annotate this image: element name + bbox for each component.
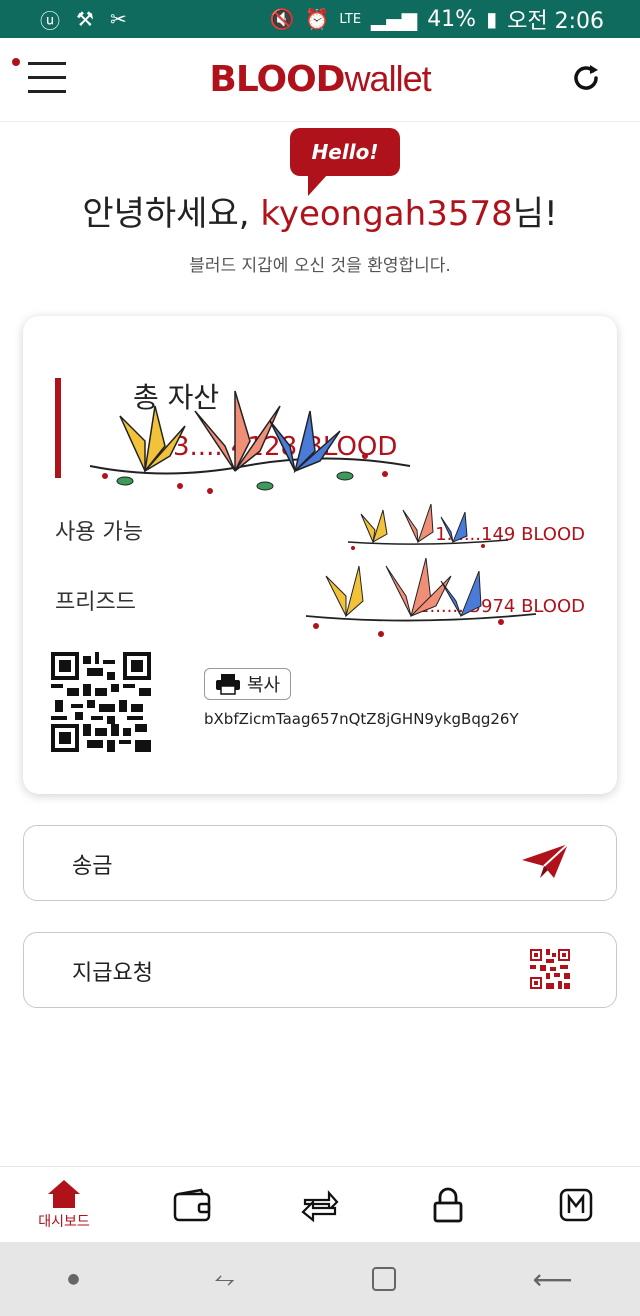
nav-security[interactable] [403,1167,493,1243]
missed-call-icon: ✂ [109,7,127,31]
nav-more[interactable] [531,1167,621,1243]
home-icon [48,1179,80,1208]
greeting-section: Hello! 안녕하세요, kyeongah3578님! 블러드 지갑에 오신 … [0,128,640,276]
battery-icon: ▮ [486,7,498,31]
print-icon [216,674,240,695]
frozen-label: 프리즈드 [55,590,136,615]
signal-icon: ▂▄▆ [371,7,418,31]
alarm-icon: ⏰ [304,7,330,31]
system-navigation-bar: ● ⥊ ⟵ [0,1242,640,1316]
nav-wallet[interactable] [147,1167,237,1243]
available-value: 1......149 BLOOD [435,524,585,545]
username: kyeongah3578 [260,194,513,234]
refresh-icon[interactable] [568,60,604,96]
bottom-navigation: 대시보드 [0,1166,640,1242]
lock-icon [433,1187,463,1222]
total-assets-value: 3.....4128 BLOOD [173,432,398,462]
app-logo: BLOODwallet [209,58,431,100]
welcome-subtitle: 블러드 지갑에 오신 것을 환영합니다. [189,256,451,276]
wallet-icon [173,1188,211,1221]
app-bar: BLOODwallet [0,38,640,122]
home-square-icon[interactable] [370,1265,398,1293]
available-label: 사용 가능 [55,520,143,545]
balance-card: 총 자산 3.....4128 BLOOD 사용 가능 1......149 BL… [23,316,617,794]
payment-request-button[interactable]: 지급요청 [23,932,617,1008]
exchange-icon [301,1189,339,1222]
hello-bubble: Hello! [289,128,401,196]
request-label: 지급요청 [72,961,153,986]
qr-code-icon [530,949,570,989]
frozen-value: 2.......5974 BLOOD [418,596,585,617]
send-label: 송금 [72,854,113,879]
back-icon[interactable]: ⟵ [532,1263,572,1296]
dot-icon: ● [67,1271,80,1287]
nav-exchange[interactable] [275,1167,365,1243]
status-bar: ⓤ ⚒ ✂ 🔇 ⏰ LTE ▂▄▆ 41% ▮ 오전 2:06 [0,0,640,38]
nav-dashboard[interactable]: 대시보드 [19,1167,109,1243]
nav-dashboard-label: 대시보드 [38,1213,90,1230]
accent-bar [55,378,61,478]
clock: 오전 2:06 [507,9,604,34]
tool-icon: ⚒ [76,7,94,31]
recent-apps-icon[interactable]: ⥊ [214,1264,235,1295]
total-assets-label: 총 자산 [133,381,220,414]
send-button[interactable]: 송금 [23,825,617,901]
battery-percent: 41% [427,6,477,32]
copy-address-button[interactable]: 복사 [204,668,292,700]
wallet-qr-code [51,652,151,752]
mute-icon: 🔇 [269,7,295,31]
send-plane-icon [522,843,569,878]
m-icon [559,1188,593,1221]
app-notification-icon: ⓤ [40,8,60,33]
network-label: LTE [339,11,362,27]
wallet-address: bXbfZicmTaag657nQtZ8jGHN9ykgBqg26Y [204,710,519,728]
copy-label: 복사 [247,675,281,696]
